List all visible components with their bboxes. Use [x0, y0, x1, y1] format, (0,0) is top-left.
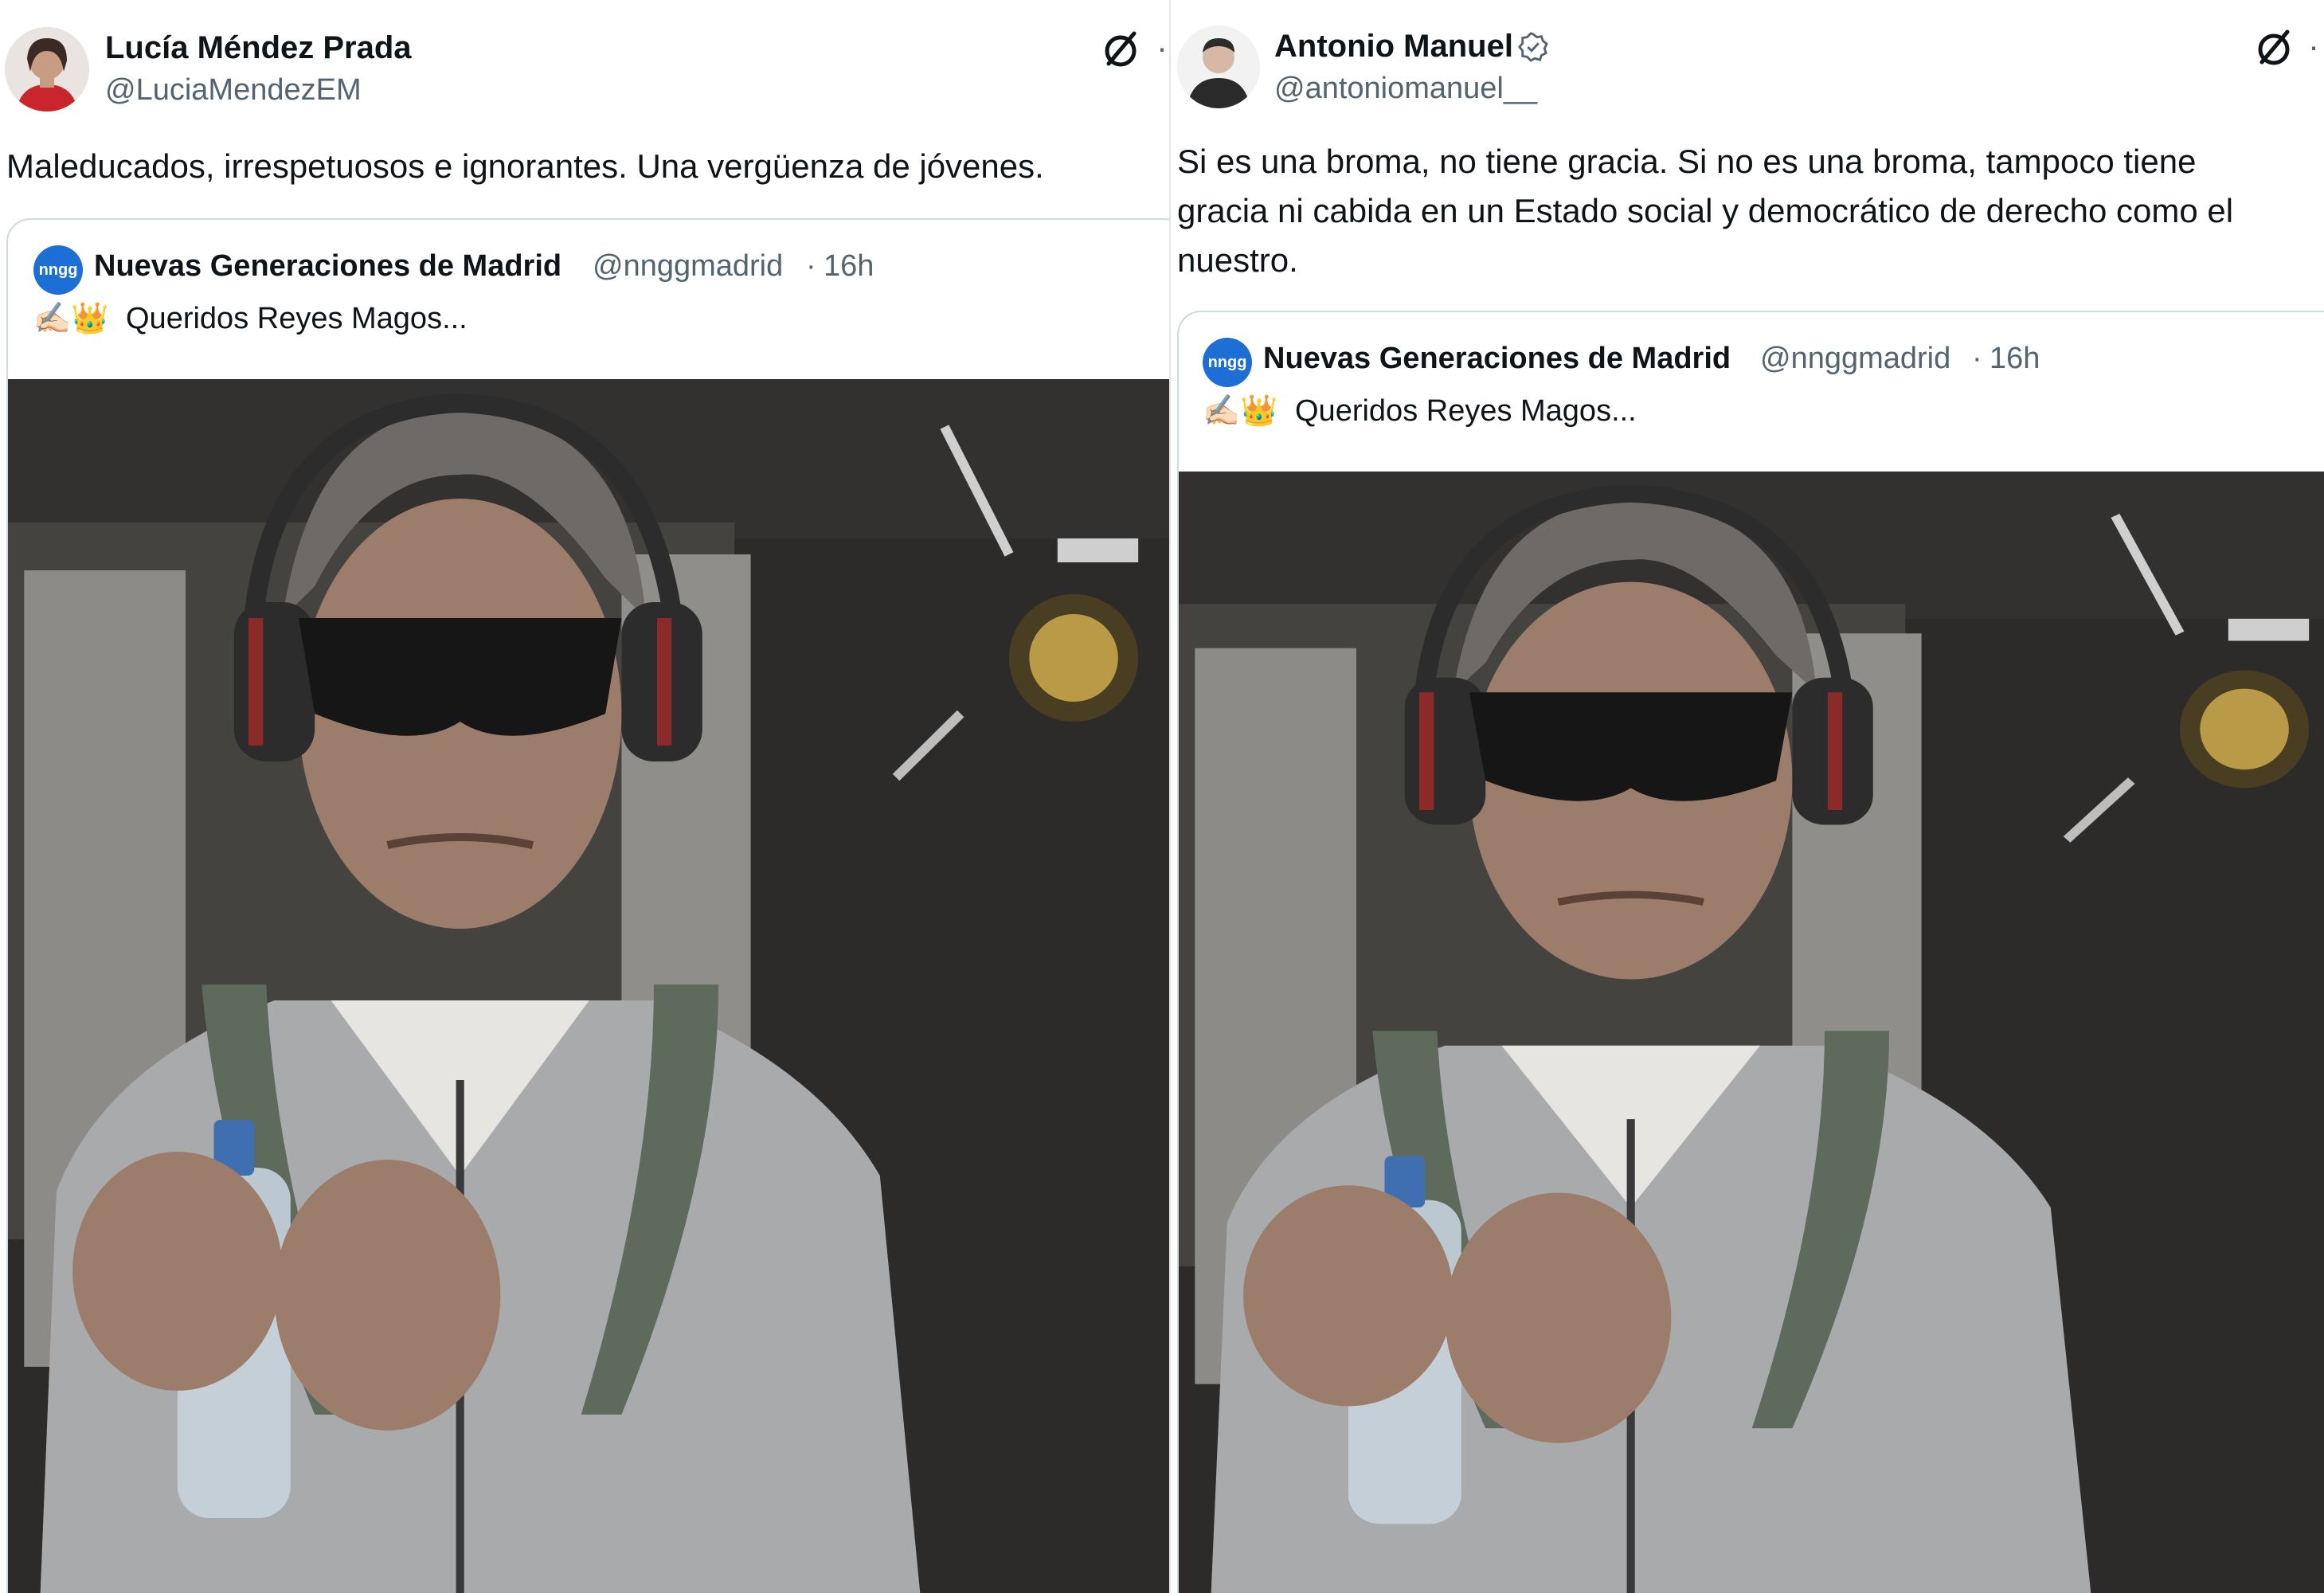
tweet-card-left[interactable]: Lucía Méndez Prada @LuciaMendezEM · Male…: [0, 0, 1169, 1593]
tweet-text: Maleducados, irrespetuosos e ignorantes.…: [6, 147, 1044, 185]
blindfolded-man-photo: [1179, 472, 2324, 1593]
author-name[interactable]: Lucía Méndez Prada: [105, 29, 412, 67]
quoted-photo[interactable]: [1179, 472, 2324, 1593]
quoted-author-name[interactable]: Nuevas Generaciones de Madrid: [94, 247, 561, 285]
quoted-author-handle[interactable]: @nnggmadrid: [1760, 339, 1950, 378]
verified-badge-icon: [1518, 32, 1548, 62]
more-options-icon[interactable]: ·: [1156, 31, 1168, 65]
author-name[interactable]: Antonio Manuel: [1274, 27, 1513, 65]
grok-icon[interactable]: [1099, 27, 1142, 70]
writing-hand-crown-emoji: ✍🏻👑: [33, 302, 109, 335]
tweet-text: Si es una broma, no tiene gracia. Si no …: [1177, 143, 2234, 279]
tweet-card-right[interactable]: Antonio Manuel @antoniomanuel__ · Si es …: [1171, 0, 2324, 1593]
quoted-separator: ·: [1972, 342, 1982, 375]
quoted-author-name[interactable]: Nuevas Generaciones de Madrid: [1263, 339, 1731, 378]
quoted-author-avatar[interactable]: nngg: [1203, 338, 1252, 387]
writing-hand-crown-emoji: ✍🏻👑: [1203, 394, 1278, 428]
author-handle[interactable]: @antoniomanuel__: [1274, 70, 1537, 107]
quoted-author-handle[interactable]: @nnggmadrid: [593, 247, 783, 285]
grok-icon[interactable]: [2252, 25, 2295, 68]
quoted-timestamp[interactable]: 16h: [1989, 339, 2040, 378]
blindfolded-man-photo: [8, 379, 1169, 1593]
author-handle[interactable]: @LuciaMendezEM: [105, 72, 362, 108]
more-options-icon[interactable]: ·: [2308, 29, 2319, 63]
quoted-text: Queridos Reyes Magos...: [1295, 394, 1637, 428]
quoted-separator: ·: [806, 249, 816, 283]
author-avatar[interactable]: [1177, 25, 1260, 108]
quoted-photo[interactable]: [8, 379, 1169, 1593]
quoted-tweet[interactable]: nngg Nuevas Generaciones de Madrid @nngg…: [1177, 311, 2324, 1593]
quoted-text: Queridos Reyes Magos...: [126, 302, 468, 335]
quoted-tweet[interactable]: nngg Nuevas Generaciones de Madrid @nngg…: [6, 218, 1169, 1593]
author-avatar[interactable]: [5, 27, 89, 112]
quoted-timestamp[interactable]: 16h: [824, 247, 874, 285]
quoted-author-avatar[interactable]: nngg: [33, 245, 83, 295]
